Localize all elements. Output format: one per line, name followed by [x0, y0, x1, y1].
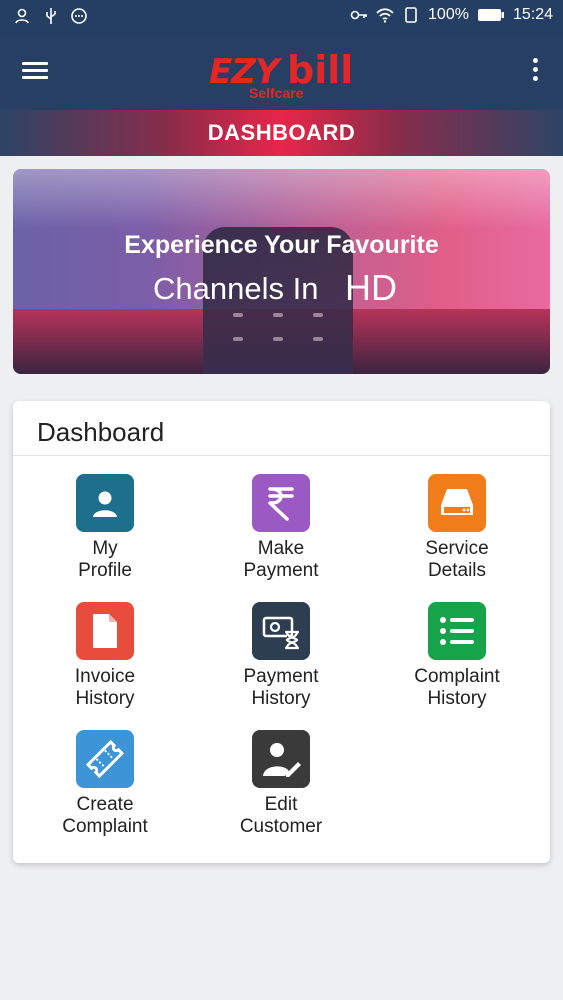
- tile-label-line1: Payment: [243, 666, 319, 687]
- clock: 15:24: [512, 6, 553, 23]
- account-icon: [15, 8, 29, 24]
- tile-complaint-history[interactable]: Complaint History: [365, 602, 535, 720]
- tile-label-line1: Create: [76, 794, 134, 815]
- tile-make-payment[interactable]: Make Payment: [189, 474, 359, 592]
- divider: [13, 455, 550, 456]
- profile-icon: [76, 474, 134, 532]
- tile-label-line1: Edit: [264, 794, 298, 815]
- banner-headline: Experience Your Favourite: [124, 231, 439, 259]
- tile-label-line2: Profile: [78, 560, 132, 581]
- usb-icon: [46, 8, 56, 24]
- money-hourglass-icon: [252, 602, 310, 660]
- app-logo: EZY bill Selfcare: [209, 48, 359, 102]
- hamburger-icon[interactable]: [22, 58, 54, 86]
- tile-label-line1: Invoice: [74, 666, 136, 687]
- battery-percent: 100%: [428, 6, 469, 23]
- tile-label-line2: History: [251, 688, 311, 709]
- key-icon: [350, 10, 368, 20]
- logo-selfcare: Selfcare: [249, 85, 304, 101]
- dashboard-card: Dashboard My Profile Make Payment Service D…: [13, 401, 550, 863]
- battery-icon: [477, 9, 504, 21]
- wifi-icon: [376, 8, 394, 23]
- tile-create-complaint[interactable]: Create Complaint: [13, 730, 183, 848]
- banner-glow: [13, 169, 550, 229]
- notification-icon: [71, 8, 87, 24]
- dashboard-title: Dashboard: [37, 417, 165, 447]
- tile-label-line2: Payment: [243, 560, 319, 581]
- tile-label-line1: Complaint: [414, 666, 500, 687]
- more-vertical-icon[interactable]: [531, 58, 541, 86]
- rupee-icon: [252, 474, 310, 532]
- list-icon: [428, 602, 486, 660]
- tile-payment-history[interactable]: Payment History: [189, 602, 359, 720]
- banner-hd: HD: [345, 267, 397, 308]
- document-icon: [76, 602, 134, 660]
- ticket-icon: [76, 730, 134, 788]
- app-bar: EZY bill Selfcare: [0, 34, 563, 110]
- promo-banner[interactable]: Experience Your Favourite Channels In HD: [13, 169, 550, 374]
- tile-edit-customer[interactable]: Edit Customer: [189, 730, 359, 848]
- tile-label-line2: History: [75, 688, 135, 709]
- edit-user-icon: [252, 730, 310, 788]
- tile-label-line2: Details: [427, 560, 487, 581]
- status-bar: 100% 15:24: [0, 0, 563, 34]
- tile-invoice-history[interactable]: Invoice History: [13, 602, 183, 720]
- tile-service-details[interactable]: Service Details: [365, 474, 535, 592]
- page-title-bar: DASHBOARD: [0, 110, 563, 156]
- banner-subline: Channels In: [153, 271, 319, 306]
- device-icon: [428, 474, 486, 532]
- tile-label-line2: Customer: [239, 816, 323, 837]
- tile-label-line1: Make: [257, 538, 305, 559]
- tile-my-profile[interactable]: My Profile: [13, 474, 183, 592]
- tile-label-line1: My: [92, 538, 118, 559]
- sim-icon: [405, 7, 417, 23]
- page-title: DASHBOARD: [207, 120, 356, 145]
- tile-label-line1: Service: [425, 538, 489, 559]
- tile-label-line2: History: [427, 688, 487, 709]
- tile-label-line2: Complaint: [62, 816, 148, 837]
